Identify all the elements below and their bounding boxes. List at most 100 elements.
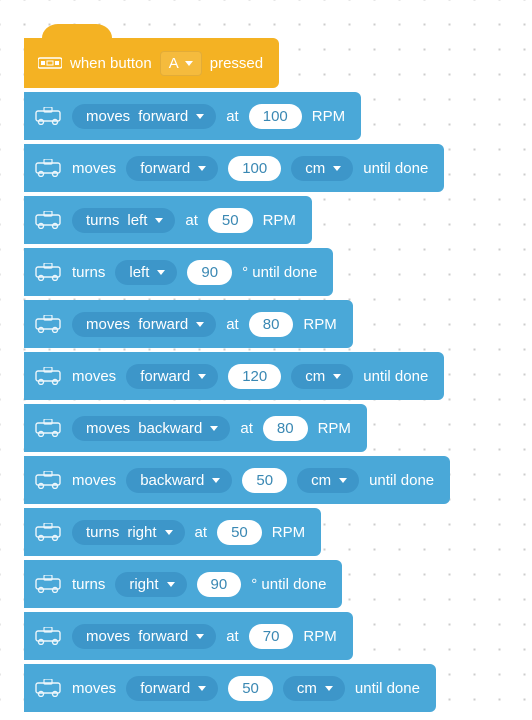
direction-dropdown[interactable]: right xyxy=(115,572,186,597)
moves-until-block[interactable]: moves forward 100 cm until done xyxy=(24,144,444,192)
direction-value: backward xyxy=(140,473,204,488)
direction-dropdown[interactable]: forward xyxy=(126,676,218,701)
button-dropdown-value: A xyxy=(169,55,179,72)
block-canvas[interactable]: when button A pressed moves forward at 1… xyxy=(0,0,532,712)
moves-at-block[interactable]: moves forward at 70 RPM xyxy=(24,612,353,660)
speed-input[interactable]: 50 xyxy=(217,520,262,545)
moves-label: moves xyxy=(72,161,116,176)
speed-input[interactable]: 100 xyxy=(249,104,302,129)
robot-icon xyxy=(34,263,62,281)
direction-dropdown[interactable]: moves forward xyxy=(72,104,216,129)
moves-at-block[interactable]: moves forward at 100 RPM xyxy=(24,92,361,140)
robot-icon xyxy=(34,211,62,229)
turns-at-block[interactable]: turns right at 50 RPM xyxy=(24,508,321,556)
direction-value: forward xyxy=(138,317,188,332)
direction-dropdown[interactable]: left xyxy=(115,260,177,285)
speed-input[interactable]: 80 xyxy=(249,312,294,337)
robot-icon xyxy=(34,471,62,489)
moves-label: moves xyxy=(86,109,130,124)
button-dropdown[interactable]: A xyxy=(160,51,202,76)
direction-dropdown[interactable]: moves forward xyxy=(72,624,216,649)
direction-value: left xyxy=(127,213,147,228)
robot-icon xyxy=(34,159,62,177)
degrees-input[interactable]: 90 xyxy=(197,572,242,597)
speed-input[interactable]: 80 xyxy=(263,416,308,441)
direction-dropdown[interactable]: forward xyxy=(126,156,218,181)
chevron-down-icon xyxy=(325,686,333,691)
chevron-down-icon xyxy=(185,61,193,66)
distance-input[interactable]: 120 xyxy=(228,364,281,389)
hat-prefix: when button xyxy=(70,55,152,72)
direction-value: forward xyxy=(140,161,190,176)
speed-input[interactable]: 70 xyxy=(249,624,294,649)
unit-label: RPM xyxy=(263,213,296,228)
robot-icon xyxy=(34,315,62,333)
at-label: at xyxy=(195,525,208,540)
direction-dropdown[interactable]: backward xyxy=(126,468,232,493)
direction-value: left xyxy=(129,265,149,280)
moves-label: moves xyxy=(72,473,116,488)
unit-dropdown[interactable]: cm xyxy=(291,156,353,181)
direction-dropdown[interactable]: moves forward xyxy=(72,312,216,337)
direction-dropdown[interactable]: turns left xyxy=(72,208,175,233)
event-hat-when-button-pressed[interactable]: when button A pressed xyxy=(24,38,279,88)
chevron-down-icon xyxy=(196,322,204,327)
at-label: at xyxy=(226,317,239,332)
moves-label: moves xyxy=(86,629,130,644)
direction-dropdown[interactable]: turns right xyxy=(72,520,185,545)
moves-until-block[interactable]: moves backward 50 cm until done xyxy=(24,456,450,504)
distance-input[interactable]: 100 xyxy=(228,156,281,181)
direction-value: forward xyxy=(140,369,190,384)
turns-until-block[interactable]: turns left 90 ° until done xyxy=(24,248,333,296)
moves-until-block[interactable]: moves forward 120 cm until done xyxy=(24,352,444,400)
unit-label: RPM xyxy=(312,109,345,124)
direction-value: backward xyxy=(138,421,202,436)
direction-value: right xyxy=(127,525,156,540)
direction-value: forward xyxy=(140,681,190,696)
chevron-down-icon xyxy=(210,426,218,431)
distance-input[interactable]: 50 xyxy=(228,676,273,701)
direction-value: forward xyxy=(138,629,188,644)
moves-label: moves xyxy=(86,317,130,332)
direction-dropdown[interactable]: moves backward xyxy=(72,416,230,441)
moves-label: moves xyxy=(72,681,116,696)
moves-at-block[interactable]: moves forward at 80 RPM xyxy=(24,300,353,348)
robot-icon xyxy=(34,107,62,125)
at-label: at xyxy=(240,421,253,436)
degrees-input[interactable]: 90 xyxy=(187,260,232,285)
robot-icon xyxy=(34,679,62,697)
moves-until-block[interactable]: moves forward 50 cm until done xyxy=(24,664,436,712)
moves-label: moves xyxy=(86,421,130,436)
turns-label: turns xyxy=(86,525,119,540)
robot-icon xyxy=(34,627,62,645)
chevron-down-icon xyxy=(198,374,206,379)
unit-dropdown[interactable]: cm xyxy=(291,364,353,389)
hat-suffix: pressed xyxy=(210,55,263,72)
distance-input[interactable]: 50 xyxy=(242,468,287,493)
robot-icon xyxy=(34,523,62,541)
at-label: at xyxy=(226,629,239,644)
moves-at-block[interactable]: moves backward at 80 RPM xyxy=(24,404,367,452)
chevron-down-icon xyxy=(196,114,204,119)
chevron-down-icon xyxy=(155,218,163,223)
unit-value: cm xyxy=(305,161,325,176)
unit-value: cm xyxy=(311,473,331,488)
until-done-label: until done xyxy=(363,369,428,384)
chevron-down-icon xyxy=(339,478,347,483)
unit-dropdown[interactable]: cm xyxy=(297,468,359,493)
degrees-suffix: ° until done xyxy=(242,265,317,280)
unit-dropdown[interactable]: cm xyxy=(283,676,345,701)
until-done-label: until done xyxy=(355,681,420,696)
device-icon xyxy=(38,56,62,70)
unit-value: cm xyxy=(297,681,317,696)
speed-input[interactable]: 50 xyxy=(208,208,253,233)
unit-label: RPM xyxy=(318,421,351,436)
turns-at-block[interactable]: turns left at 50 RPM xyxy=(24,196,312,244)
chevron-down-icon xyxy=(165,530,173,535)
at-label: at xyxy=(226,109,239,124)
turns-label: turns xyxy=(72,577,105,592)
turns-until-block[interactable]: turns right 90 ° until done xyxy=(24,560,342,608)
chevron-down-icon xyxy=(198,166,206,171)
direction-dropdown[interactable]: forward xyxy=(126,364,218,389)
chevron-down-icon xyxy=(167,582,175,587)
